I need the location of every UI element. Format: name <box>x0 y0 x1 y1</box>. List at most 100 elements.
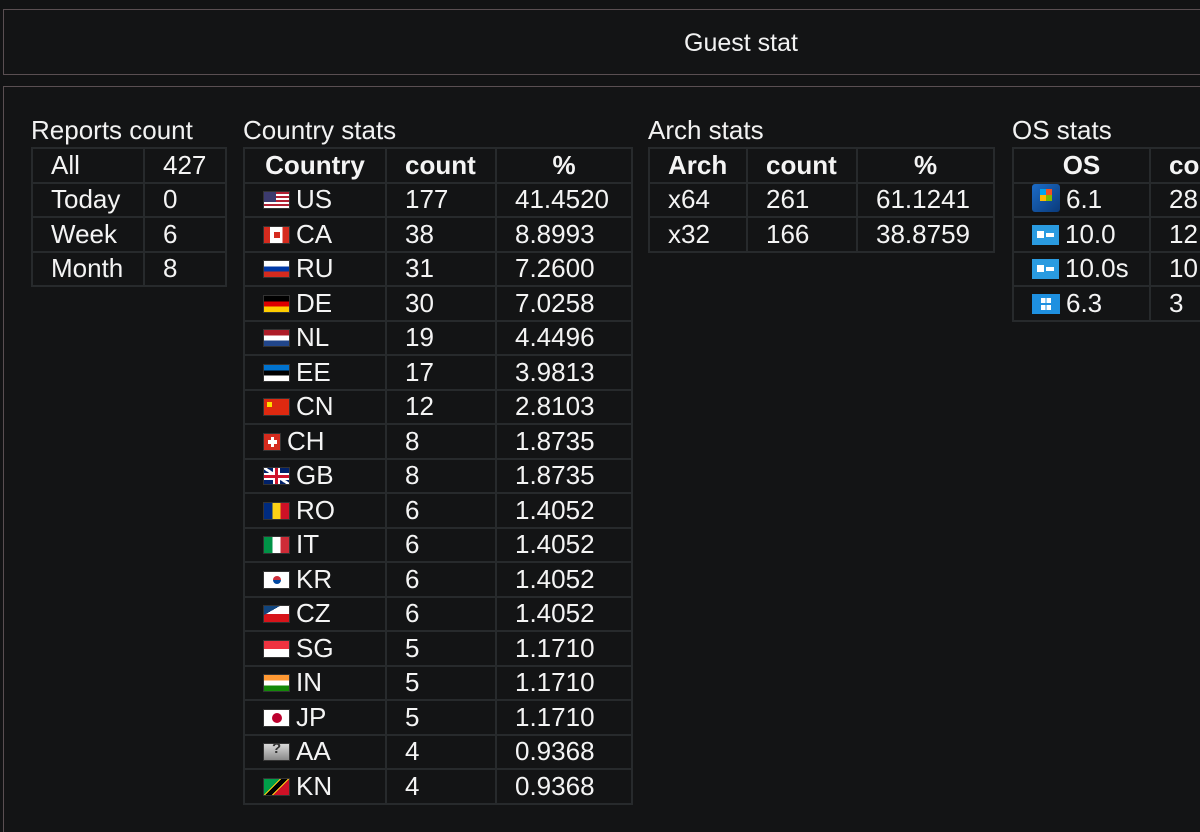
country-cell: CN <box>243 388 387 425</box>
country-row: CA 38 8.8993 <box>243 216 633 253</box>
guest-stat-page: Guest stat Reports count All 427 Today 0 Wee… <box>0 0 1200 832</box>
reports-row: Month 8 <box>31 250 227 287</box>
reports-count-table: All 427 Today 0 Week 6 Month 8 <box>31 147 227 287</box>
country-count: 5 <box>385 664 497 701</box>
windows-8-logo-icon <box>1032 293 1060 314</box>
country-count: 8 <box>385 457 497 494</box>
flag-aa-icon <box>263 740 290 762</box>
arch-row: x32 166 38.8759 <box>648 216 995 253</box>
country-count: 30 <box>385 285 497 322</box>
country-code: CA <box>296 218 333 249</box>
country-cell: EE <box>243 354 387 391</box>
country-code: NL <box>296 322 330 353</box>
arch-percent: 61.1241 <box>856 181 995 218</box>
country-percent: 0.9368 <box>495 768 633 805</box>
reports-row: Today 0 <box>31 181 227 218</box>
country-stats-table: Country count % US 177 41.4520 CA 38 8.8993 RU… <box>243 147 633 805</box>
os-version: 6.1 <box>1066 184 1103 215</box>
country-cell: NL <box>243 319 387 356</box>
country-stats-title: Country stats <box>243 115 397 145</box>
country-count: 19 <box>385 319 497 356</box>
country-percent: 1.1710 <box>495 664 633 701</box>
country-row: IN 5 1.1710 <box>243 664 633 701</box>
flag-ca-icon <box>263 225 290 244</box>
country-code: CZ <box>296 598 331 629</box>
country-percent: 1.8735 <box>495 423 633 460</box>
country-percent: 1.8735 <box>495 457 633 494</box>
country-percent: 7.2600 <box>495 250 633 287</box>
country-count: 6 <box>385 595 497 632</box>
country-code: GB <box>296 460 334 491</box>
country-count: 5 <box>385 699 497 736</box>
country-cell: RU <box>243 250 387 287</box>
os-version: 10.0 <box>1065 218 1116 249</box>
os-header-count[interactable]: co <box>1149 147 1200 184</box>
country-percent: 8.8993 <box>495 216 633 253</box>
country-count: 5 <box>385 630 497 667</box>
country-percent: 0.9368 <box>495 733 633 770</box>
flag-cz-icon <box>263 605 290 624</box>
country-header-percent[interactable]: % <box>495 147 633 184</box>
country-row: KR 6 1.4052 <box>243 561 633 598</box>
os-version: 6.3 <box>1066 287 1103 318</box>
reports-row: All 427 <box>31 147 227 184</box>
country-percent: 7.0258 <box>495 285 633 322</box>
country-row: SG 5 1.1710 <box>243 630 633 667</box>
country-cell: AA <box>243 733 387 770</box>
os-header-row: OS co <box>1012 147 1200 184</box>
country-code: RU <box>296 253 334 284</box>
os-row: 10.0s 10 <box>1012 250 1200 287</box>
os-count: 12 <box>1149 216 1200 253</box>
os-count: 3 <box>1149 285 1200 322</box>
country-header-country[interactable]: Country <box>243 147 387 184</box>
flag-us-icon <box>263 191 290 210</box>
reports-row: Week 6 <box>31 216 227 253</box>
flag-nl-icon <box>263 329 290 348</box>
flag-it-icon <box>263 536 290 555</box>
arch-header-percent[interactable]: % <box>856 147 995 184</box>
windows-7-logo-icon <box>1032 184 1060 213</box>
country-count: 177 <box>385 181 497 218</box>
country-count: 8 <box>385 423 497 460</box>
country-code: EE <box>296 356 331 387</box>
arch-stats-title: Arch stats <box>648 115 764 145</box>
country-header-count[interactable]: count <box>385 147 497 184</box>
country-row: RU 31 7.2600 <box>243 250 633 287</box>
country-code: KR <box>296 563 333 594</box>
os-header-os[interactable]: OS <box>1012 147 1151 184</box>
flag-ee-icon <box>263 363 290 382</box>
arch-percent: 38.8759 <box>856 216 995 253</box>
arch-header-count[interactable]: count <box>746 147 858 184</box>
flag-gb-icon <box>263 467 290 486</box>
arch-value: x64 <box>648 181 748 218</box>
country-cell: KN <box>243 768 387 805</box>
flag-ch-icon <box>263 432 281 451</box>
stats-panel: Reports count All 427 Today 0 Week 6 Month 8 Co… <box>3 86 1200 832</box>
country-row: IT 6 1.4052 <box>243 526 633 563</box>
country-code: CH <box>287 425 325 456</box>
reports-value: 6 <box>143 216 227 253</box>
flag-kr-icon <box>263 570 290 589</box>
country-code: KN <box>296 770 333 801</box>
country-percent: 1.4052 <box>495 526 633 563</box>
country-row: CZ 6 1.4052 <box>243 595 633 632</box>
country-header-row: Country count % <box>243 147 633 184</box>
flag-sg-icon <box>263 639 290 658</box>
arch-count: 261 <box>746 181 858 218</box>
arch-value: x32 <box>648 216 748 253</box>
arch-header-arch[interactable]: Arch <box>648 147 748 184</box>
flag-in-icon <box>263 674 290 693</box>
country-count: 4 <box>385 733 497 770</box>
reports-value: 0 <box>143 181 227 218</box>
arch-header-row: Arch count % <box>648 147 995 184</box>
country-row: EE 17 3.9813 <box>243 354 633 391</box>
country-cell: CA <box>243 216 387 253</box>
country-percent: 2.8103 <box>495 388 633 425</box>
country-code: IT <box>296 529 320 560</box>
country-percent: 1.4052 <box>495 561 633 598</box>
country-cell: JP <box>243 699 387 736</box>
reports-label: Week <box>31 216 145 253</box>
country-code: RO <box>296 494 335 525</box>
country-row: US 177 41.4520 <box>243 181 633 218</box>
country-code: AA <box>296 736 331 767</box>
